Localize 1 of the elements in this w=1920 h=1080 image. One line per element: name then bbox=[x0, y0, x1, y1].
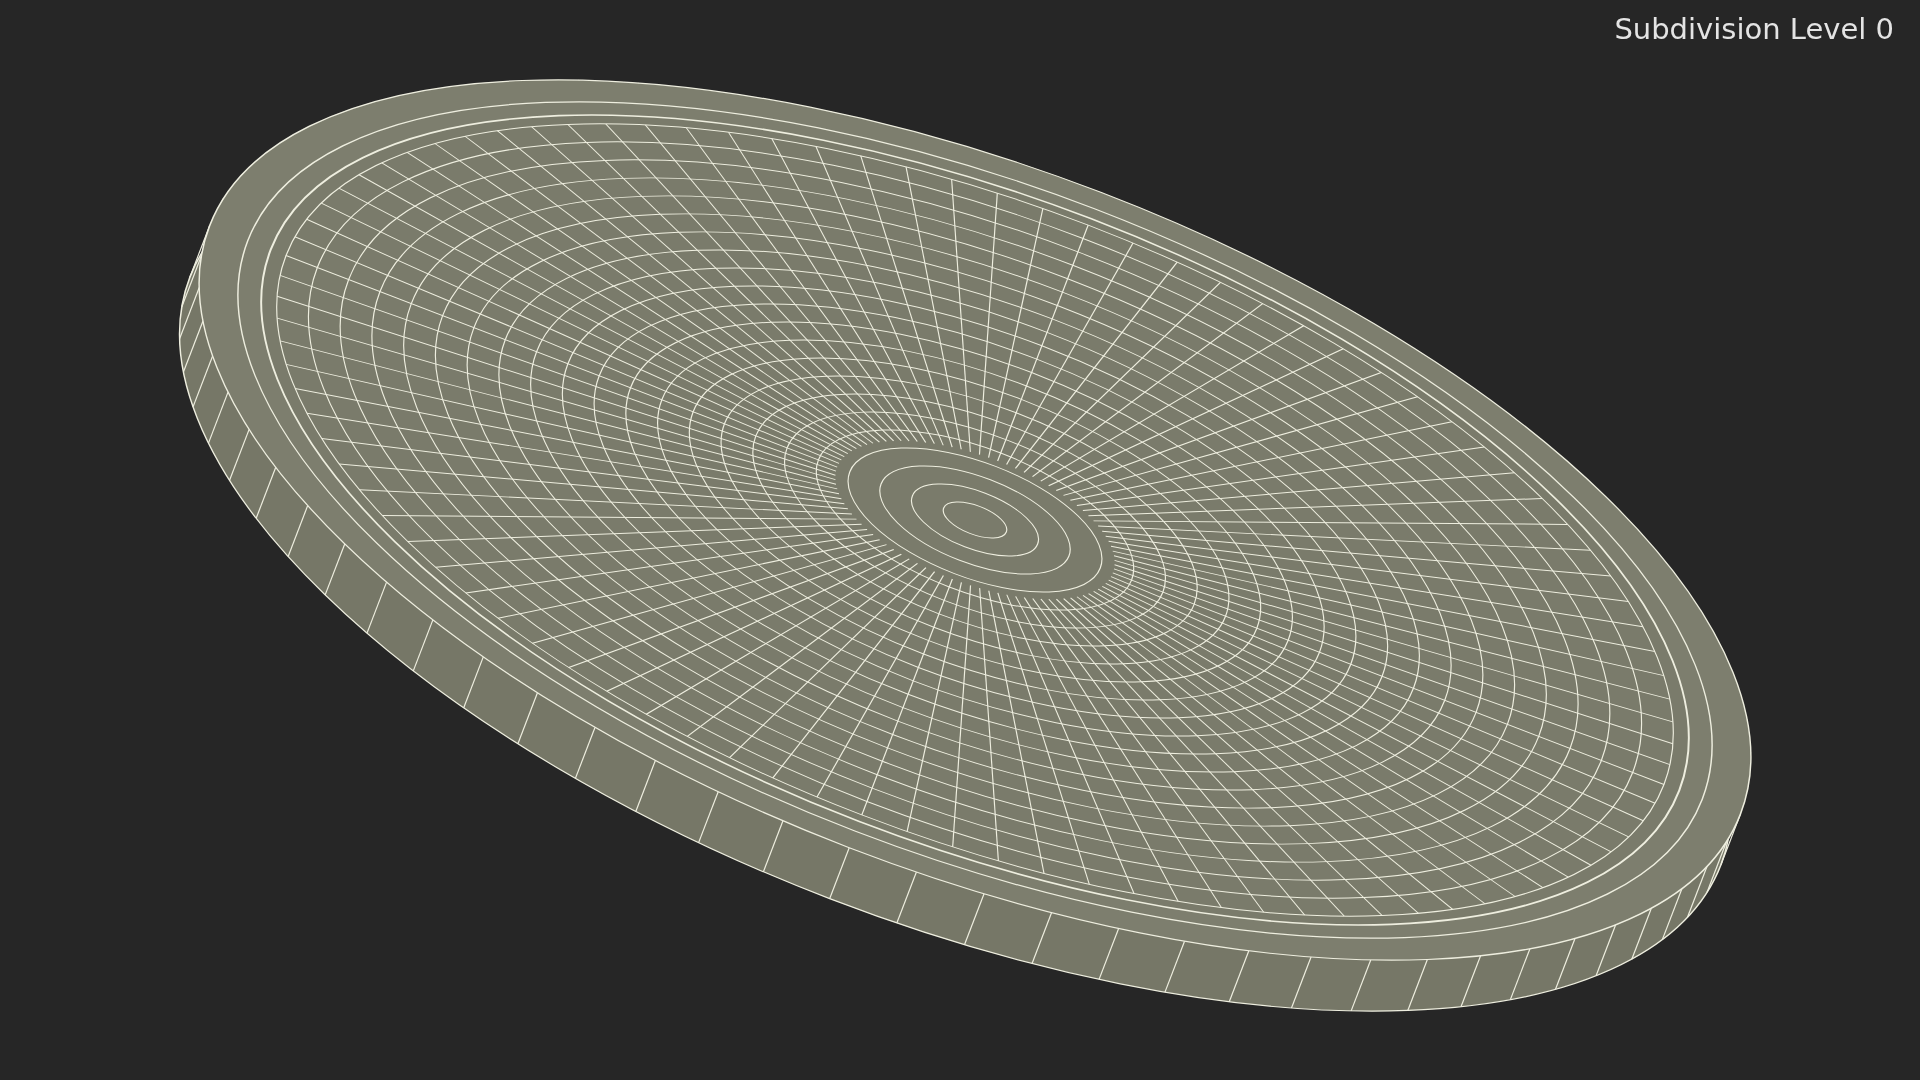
subdivision-level-label: Subdivision Level 0 bbox=[1614, 12, 1894, 46]
